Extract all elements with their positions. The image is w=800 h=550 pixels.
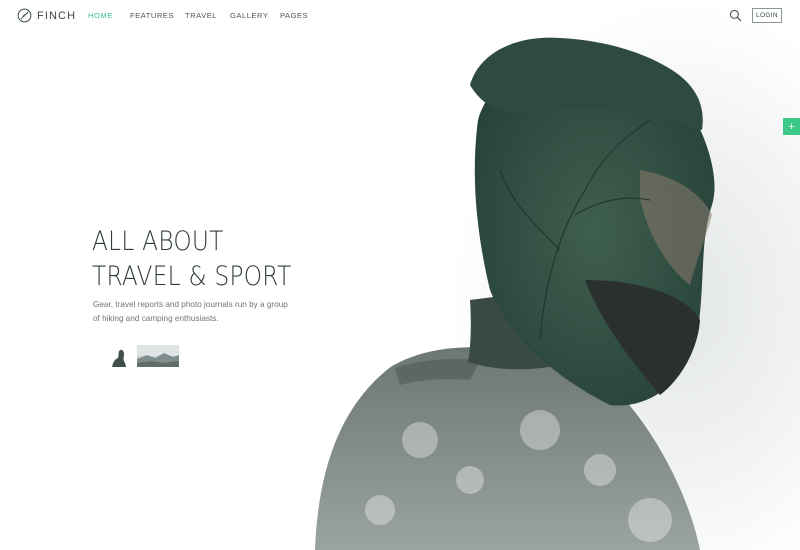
nav-item-pages[interactable]: PAGES [280, 11, 320, 20]
nav-item-features[interactable]: FEATURES [130, 11, 185, 20]
nav-item-gallery[interactable]: GALLERY [230, 11, 280, 20]
hero-title: ALL ABOUT TRAVEL & SPORT [92, 224, 324, 294]
main-nav: HOME FEATURES TRAVEL GALLERY PAGES [88, 11, 320, 20]
nav-item-travel[interactable]: TRAVEL [185, 11, 230, 20]
login-button[interactable]: LOGIN [752, 8, 782, 23]
hero-slide-thumbnails [107, 345, 179, 367]
feather-logo-icon [17, 8, 32, 23]
top-navigation-bar: FINCH HOME FEATURES TRAVEL GALLERY PAGES… [0, 0, 800, 34]
search-icon[interactable] [729, 9, 742, 22]
nav-item-home[interactable]: HOME [88, 11, 130, 20]
hero-subtitle: Gear, travel reports and photo journals … [93, 300, 288, 323]
side-plus-tab[interactable]: + [783, 118, 800, 135]
slide-thumbnail-landscape[interactable] [137, 345, 179, 367]
hero-title-line-2: TRAVEL & SPORT [92, 261, 292, 292]
hero-title-line-1: ALL ABOUT [92, 226, 224, 257]
brand-logo[interactable]: FINCH [17, 8, 76, 23]
brand-name: FINCH [37, 9, 77, 22]
slide-thumbnail-portrait[interactable] [107, 345, 129, 367]
